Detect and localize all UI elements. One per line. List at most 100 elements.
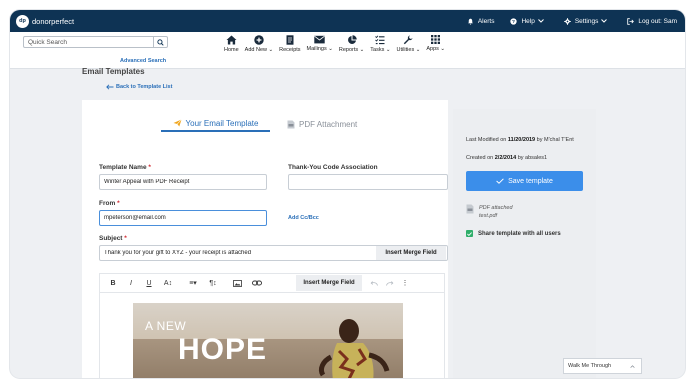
paragraph-button[interactable]: ¶↕ — [204, 275, 222, 291]
tab-label: PDF Attachment — [299, 119, 358, 129]
align-button[interactable]: ≡▾ — [182, 275, 204, 291]
back-arrow-icon — [106, 84, 114, 90]
tab-pdf-attachment[interactable]: PDF Attachment — [287, 116, 367, 132]
nav-tasks[interactable]: Tasks ⌄ — [370, 35, 390, 53]
chevron-down-icon — [601, 19, 608, 23]
checklist-icon — [375, 35, 385, 45]
nav-label: Reports ⌄ — [338, 47, 365, 53]
app-window: dp donorperfect Alerts ? Help Settings L… — [10, 10, 685, 378]
template-editor-card: Your Email Template PDF Attachment Templ… — [82, 100, 448, 378]
insert-link-button[interactable] — [248, 275, 266, 291]
image-icon — [232, 279, 242, 287]
grid-icon — [431, 35, 441, 44]
settings-menu[interactable]: Settings — [564, 18, 612, 25]
created-info: Created on 2/2/2014 by absales1 — [466, 155, 548, 161]
checkbox-checked[interactable] — [466, 230, 473, 237]
nav-add-new[interactable]: Add New ⌄ — [245, 35, 273, 53]
editor-body[interactable]: A NEW HOPE — [99, 293, 445, 378]
redo-button[interactable] — [382, 275, 398, 291]
underline-button[interactable]: U — [140, 275, 158, 291]
redo-icon — [386, 280, 394, 286]
walk-me-through-widget[interactable]: Walk Me Through — [563, 358, 642, 374]
required-mark: * — [148, 164, 151, 171]
search-icon — [157, 38, 164, 46]
receipt-icon — [286, 35, 294, 45]
italic-button[interactable]: I — [122, 275, 140, 291]
bold-button[interactable]: B — [104, 275, 122, 291]
share-template-checkbox[interactable]: Share template with all users — [466, 230, 561, 237]
undo-button[interactable] — [366, 275, 382, 291]
search-button[interactable] — [153, 37, 167, 47]
logout-link[interactable]: Log out: Sam — [627, 18, 677, 25]
hero-headline-line1: A NEW — [145, 319, 187, 333]
logo-mark: dp — [16, 14, 29, 28]
home-icon — [226, 35, 237, 45]
attach-file[interactable]: test.pdf — [479, 212, 513, 220]
chevron-up-icon — [630, 364, 635, 368]
alerts-label: Alerts — [477, 17, 495, 25]
required-mark: * — [124, 235, 127, 242]
save-template-button[interactable]: Save template — [466, 171, 583, 191]
font-size-button[interactable]: A↕ — [158, 275, 178, 291]
subject-insert-merge-field-button[interactable]: Insert Merge Field — [376, 246, 446, 260]
nav-receipts[interactable]: Receipts — [279, 35, 301, 53]
wrench-icon — [404, 35, 413, 45]
brand-name: donorperfect — [32, 16, 75, 26]
more-options-button[interactable]: ⋮ — [398, 275, 412, 291]
chevron-down-icon — [537, 19, 544, 23]
back-to-list-link[interactable]: Back to Template List — [106, 84, 172, 90]
from-label: From * — [99, 200, 120, 207]
nav-home[interactable]: Home — [224, 35, 239, 53]
alerts-link[interactable]: Alerts — [467, 17, 495, 25]
add-circle-icon — [254, 35, 264, 45]
search-input[interactable] — [24, 37, 154, 47]
nav-menu: Home Add New ⌄ Receipts Mailings ⌄ Repor… — [224, 35, 451, 53]
modified-date: 11/20/2019 — [507, 137, 536, 143]
nav-mailings[interactable]: Mailings ⌄ — [307, 35, 333, 53]
attach-label: PDF attached — [479, 205, 513, 211]
nav-label: Mailings ⌄ — [306, 46, 333, 52]
from-email-input[interactable] — [99, 210, 267, 226]
help-icon: ? — [510, 17, 518, 25]
nav-label: Home — [224, 47, 239, 53]
pdf-file-icon — [466, 204, 474, 214]
link-icon — [252, 280, 262, 286]
check-icon — [496, 178, 504, 184]
pie-chart-icon — [347, 35, 357, 44]
nav-utilities[interactable]: Utilities ⌄ — [396, 35, 420, 53]
nav-reports[interactable]: Reports ⌄ — [339, 35, 364, 53]
subject-label: Subject * — [99, 235, 127, 242]
page-title: Email Templates — [82, 67, 145, 76]
template-name-label: Template Name * — [99, 164, 151, 171]
pdf-file-icon — [287, 120, 295, 128]
help-label: Help — [521, 17, 535, 25]
required-mark: * — [117, 200, 120, 207]
help-menu[interactable]: ? Help — [510, 18, 547, 25]
created-by: absales1 — [525, 155, 548, 161]
settings-label: Settings — [574, 17, 599, 25]
pdf-attachment-info: PDF attached test.pdf — [466, 204, 513, 220]
add-cc-bcc-link[interactable]: Add Cc/Bcc — [288, 215, 319, 221]
bell-icon — [467, 18, 473, 25]
nav-label: Receipts — [279, 47, 301, 53]
modified-by: M'chal T'Ent — [544, 137, 574, 143]
brand-logo[interactable]: dp donorperfect — [16, 14, 75, 28]
editor-insert-merge-field-button[interactable]: Insert Merge Field — [296, 275, 362, 291]
template-tabs: Your Email Template PDF Attachment — [82, 116, 448, 132]
tab-email-template[interactable]: Your Email Template — [161, 116, 270, 132]
walk-label: Walk Me Through — [568, 363, 612, 369]
nav-label: Utilities ⌄ — [396, 47, 421, 53]
thankyou-code-label: Thank-You Code Association — [288, 164, 378, 171]
envelope-icon — [314, 35, 325, 44]
advanced-search-link[interactable]: Advanced Search — [120, 58, 166, 64]
main-nav: Advanced Search Home Add New ⌄ Receipts … — [10, 32, 685, 69]
thankyou-code-input[interactable] — [288, 174, 448, 190]
nav-apps[interactable]: Apps ⌄ — [426, 35, 445, 53]
top-bar: dp donorperfect Alerts ? Help Settings L… — [10, 10, 685, 32]
template-name-input[interactable] — [99, 174, 267, 190]
hero-headline-line2: HOPE — [178, 333, 268, 366]
logout-icon — [627, 17, 635, 25]
insert-image-button[interactable] — [226, 275, 248, 291]
nav-label: Add New ⌄ — [244, 47, 274, 53]
share-label: Share template with all users — [478, 230, 561, 237]
